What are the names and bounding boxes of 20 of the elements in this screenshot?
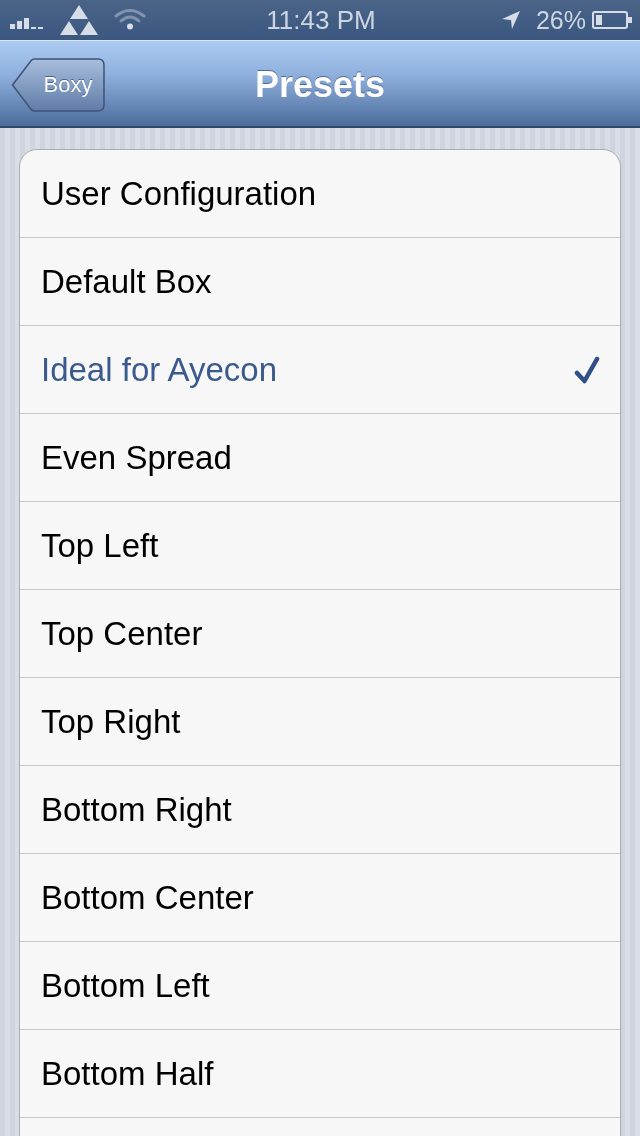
nav-title: Presets	[254, 62, 386, 106]
preset-row[interactable]: Top Right	[20, 678, 620, 766]
preset-row[interactable]: Top Left	[20, 502, 620, 590]
status-time: 11:43 PM	[266, 5, 376, 35]
preset-row[interactable]: Default Box	[20, 238, 620, 326]
battery-percent: 26%	[535, 5, 586, 35]
checkmark-icon	[574, 355, 600, 384]
battery-icon	[592, 11, 632, 29]
preset-row[interactable]: User Configuration	[20, 150, 620, 238]
preset-row[interactable]: Bottom Left	[20, 942, 620, 1030]
signal-icon	[10, 17, 44, 29]
preset-row[interactable]: Bottom Right	[20, 766, 620, 854]
preset-row[interactable]: Bottom Center	[20, 854, 620, 942]
triangles-icon	[60, 5, 98, 35]
location-arrow-icon	[501, 11, 520, 29]
preset-row[interactable]: Top Center	[20, 590, 620, 678]
preset-row[interactable]: Bottom Half	[20, 1030, 620, 1118]
preset-row[interactable]: Even Spread	[20, 414, 620, 502]
preset-row[interactable]: Ideal for Ayecon	[20, 326, 620, 414]
wifi-icon	[114, 8, 146, 30]
